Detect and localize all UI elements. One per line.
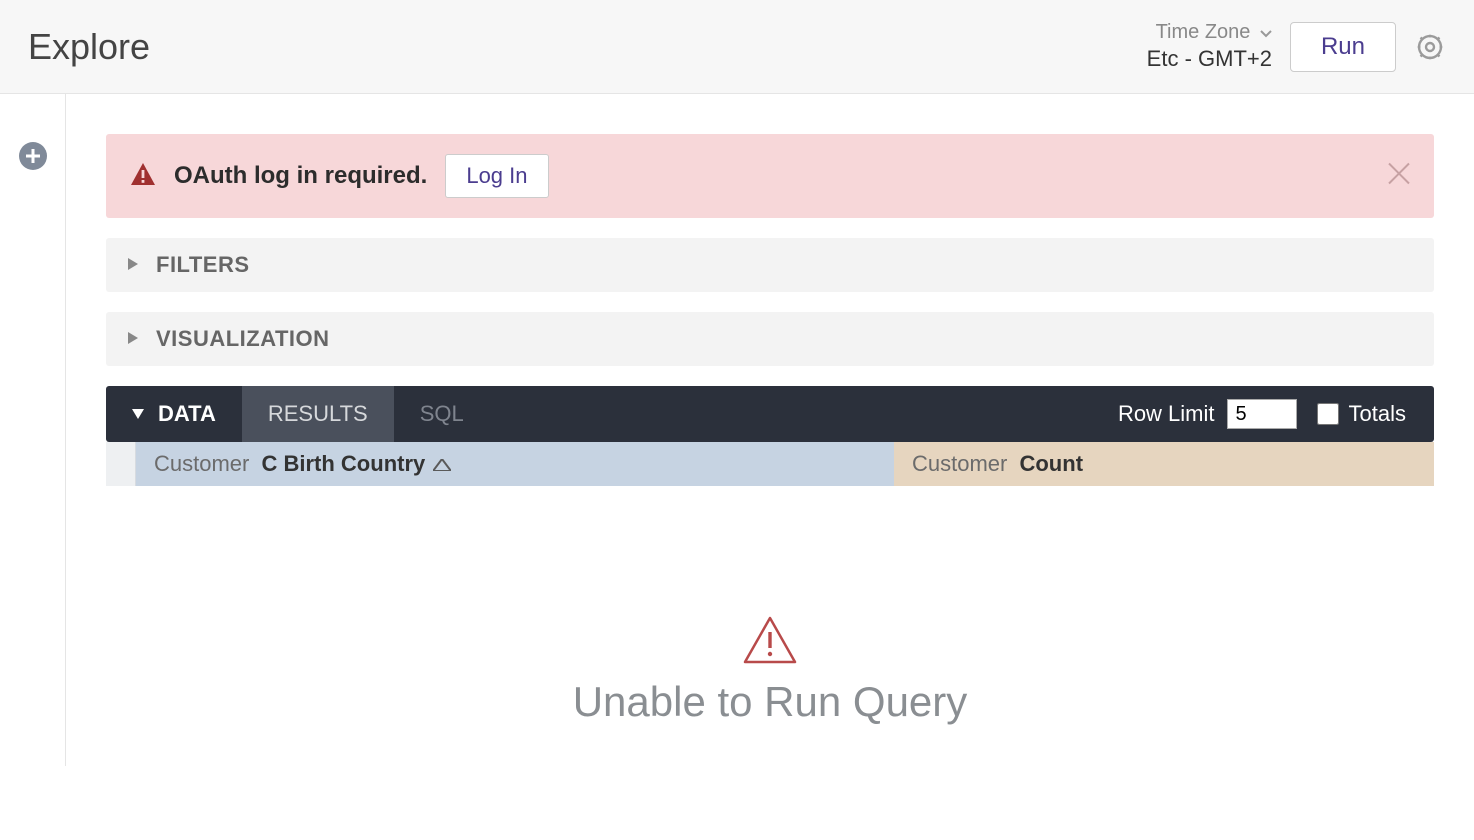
warning-outline-icon [743, 616, 797, 664]
run-button[interactable]: Run [1290, 22, 1396, 72]
totals-checkbox[interactable] [1317, 403, 1339, 425]
totals-label: Totals [1349, 401, 1406, 427]
gear-icon[interactable] [1414, 31, 1446, 63]
page-title: Explore [28, 26, 150, 68]
row-limit-input[interactable] [1227, 399, 1297, 429]
filters-label: FILTERS [156, 252, 250, 278]
columns-header: Customer C Birth Country Customer Count [106, 442, 1434, 486]
login-button[interactable]: Log In [445, 154, 548, 198]
filters-section[interactable]: FILTERS [106, 238, 1434, 292]
timezone-label: Time Zone [1156, 21, 1251, 43]
data-bar: DATA RESULTS SQL Row Limit Totals [106, 386, 1434, 442]
timezone-value: Etc - GMT+2 [1147, 45, 1272, 74]
caret-down-icon [132, 406, 144, 422]
tab-sql[interactable]: SQL [394, 386, 490, 442]
close-icon[interactable] [1386, 161, 1412, 192]
column-measure-field: Count [1019, 451, 1083, 477]
tab-data-label: DATA [158, 401, 216, 427]
chevron-down-icon [1260, 24, 1272, 42]
column-measure-prefix: Customer [912, 451, 1007, 477]
visualization-section[interactable]: VISUALIZATION [106, 312, 1434, 366]
tab-results[interactable]: RESULTS [242, 386, 394, 442]
warning-icon [130, 162, 156, 191]
timezone-selector[interactable]: Time Zone Etc - GMT+2 [1147, 19, 1272, 74]
caret-right-icon [128, 331, 138, 347]
visualization-label: VISUALIZATION [156, 326, 330, 352]
error-message: Unable to Run Query [106, 678, 1434, 726]
tab-data[interactable]: DATA [106, 386, 242, 442]
error-zone: Unable to Run Query [106, 486, 1434, 726]
tab-sql-label: SQL [420, 401, 464, 427]
sort-asc-icon [433, 451, 451, 477]
row-limit-label: Row Limit [1118, 401, 1215, 427]
tab-results-label: RESULTS [268, 401, 368, 427]
caret-right-icon [128, 257, 138, 273]
column-birth-country[interactable]: Customer C Birth Country [136, 442, 894, 486]
column-dim-prefix: Customer [154, 451, 249, 477]
add-button[interactable] [19, 142, 47, 170]
oauth-alert: OAuth log in required. Log In [106, 134, 1434, 218]
column-dim-field: C Birth Country [261, 451, 425, 477]
row-handle[interactable] [106, 442, 136, 486]
column-count[interactable]: Customer Count [894, 442, 1434, 486]
alert-message: OAuth log in required. [174, 162, 427, 190]
